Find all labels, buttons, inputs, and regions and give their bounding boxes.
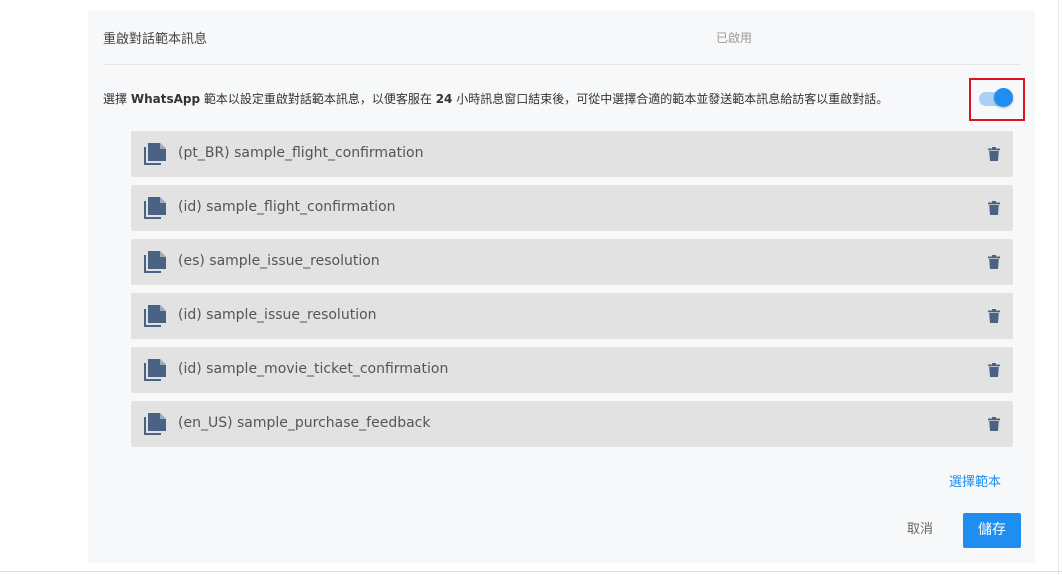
trash-icon[interactable] [988,417,1000,431]
copy-document-icon [144,251,166,273]
section-divider [103,64,1020,65]
copy-document-icon [144,413,166,435]
select-template-link[interactable]: 選擇範本 [949,471,1001,490]
template-item[interactable]: (id) sample_movie_ticket_confirmation [131,347,1013,393]
description-bold-whatsapp: WhatsApp [130,92,201,106]
template-list: (pt_BR) sample_flight_confirmation (id) s… [131,131,1013,455]
template-name: (en_US) sample_purchase_feedback [178,415,431,431]
cancel-button[interactable]: 取消 [893,513,947,547]
copy-document-icon [144,143,166,165]
trash-icon[interactable] [988,201,1000,215]
trash-icon[interactable] [988,363,1000,377]
description-bold-hours: 24 [435,92,453,106]
template-item[interactable]: (id) sample_flight_confirmation [131,185,1013,231]
description-text: 選擇 [103,92,131,106]
trash-icon[interactable] [988,309,1000,323]
template-name: (id) sample_flight_confirmation [178,199,396,215]
template-item[interactable]: (id) sample_issue_resolution [131,293,1013,339]
template-item[interactable]: (pt_BR) sample_flight_confirmation [131,131,1013,177]
template-item[interactable]: (es) sample_issue_resolution [131,239,1013,285]
template-name: (pt_BR) sample_flight_confirmation [178,145,424,161]
save-button[interactable]: 儲存 [963,513,1021,548]
copy-document-icon [144,197,166,219]
page-right-border [1058,0,1059,575]
copy-document-icon [144,359,166,381]
enable-toggle[interactable] [979,88,1013,108]
setting-description: 選擇 WhatsApp 範本以設定重啟對話範本訊息，以便客服在 24 小時訊息窗… [103,90,953,107]
description-text: 小時訊息窗口結束後，可從中選擇合適的範本並發送範本訊息給訪客以重啟對話。 [452,92,889,106]
trash-icon[interactable] [988,255,1000,269]
description-text: 範本以設定重啟對話範本訊息，以便客服在 [200,92,436,106]
toggle-knob [994,88,1013,107]
trash-icon[interactable] [988,147,1000,161]
copy-document-icon [144,305,166,327]
setting-status: 已啟用 [716,31,753,45]
template-item[interactable]: (en_US) sample_purchase_feedback [131,401,1013,447]
template-name: (id) sample_issue_resolution [178,307,377,323]
page-bottom-line [0,571,1062,572]
setting-label: 重啟對話範本訊息 [103,32,208,47]
template-name: (es) sample_issue_resolution [178,253,380,269]
template-name: (id) sample_movie_ticket_confirmation [178,361,449,377]
